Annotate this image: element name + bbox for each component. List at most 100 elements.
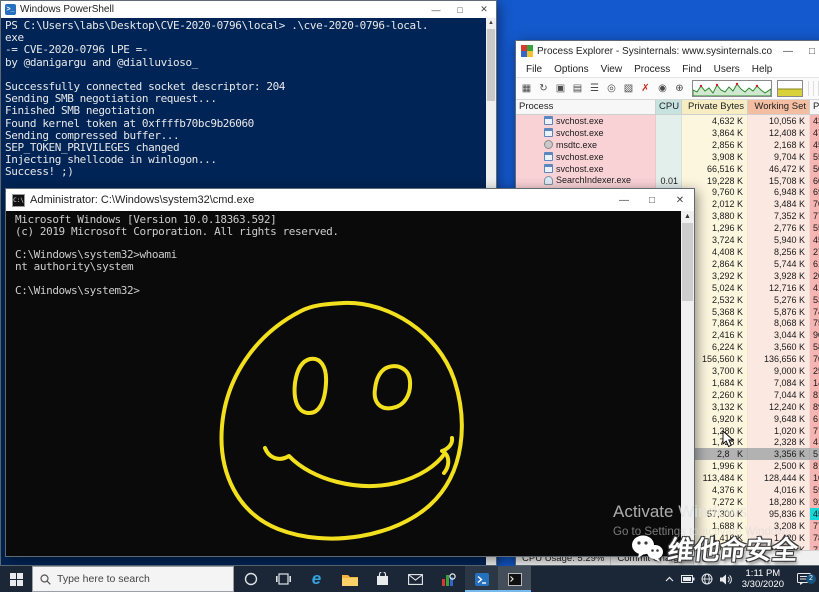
menu-item-help[interactable]: Help: [746, 64, 779, 75]
menu-item-options[interactable]: Options: [548, 64, 594, 75]
process-private-bytes-cell: 19,228 K: [682, 175, 748, 187]
maximize-button[interactable]: □: [800, 41, 819, 61]
process-name-cell: svchost.exe: [516, 163, 656, 175]
commit-graph[interactable]: [777, 80, 803, 97]
process-row[interactable]: svchost.exe3,864 K12,408 K47: [516, 127, 819, 139]
cmd-scrollbar[interactable]: ▲: [681, 211, 694, 556]
find-window-icon[interactable]: ⊕: [672, 81, 687, 96]
column-header-private-bytes[interactable]: Private Bytes: [682, 100, 748, 114]
minimize-button[interactable]: —: [776, 41, 800, 61]
process-working-set-cell: 12,240 K: [748, 401, 810, 413]
process-row[interactable]: SearchIndexer.exe0.0119,228 K15,708 K60: [516, 175, 819, 187]
process-row[interactable]: svchost.exe4,632 K10,056 K43: [516, 115, 819, 127]
maximize-button[interactable]: □: [638, 189, 666, 211]
process-private-bytes-cell: 3,864 K: [682, 127, 748, 139]
column-header-process[interactable]: Process: [516, 100, 656, 114]
close-button[interactable]: ✕: [472, 1, 496, 18]
process-working-set-cell: 2,168 K: [748, 139, 810, 151]
svchost-process-icon: [544, 128, 553, 137]
process-working-set-cell: 5,744 K: [748, 258, 810, 270]
process-working-set-cell: 7,084 K: [748, 377, 810, 389]
menu-item-view[interactable]: View: [595, 64, 629, 75]
task-view-icon: [276, 573, 291, 585]
powershell-output-line: Found kernel token at 0xffffb70bc9b26060: [5, 118, 486, 130]
process-pid-cell: 92: [810, 496, 819, 508]
scroll-up-icon[interactable]: ▲: [681, 211, 694, 223]
network-tray-button[interactable]: [699, 573, 716, 585]
cmd-titlebar[interactable]: C:\ Administrator: C:\Windows\system32\c…: [6, 189, 694, 211]
show-details-icon[interactable]: ▤: [570, 81, 585, 96]
start-button[interactable]: [0, 566, 32, 592]
powershell-taskbar-button[interactable]: [465, 566, 498, 592]
process-pid-cell: 14: [810, 377, 819, 389]
process-explorer-titlebar[interactable]: Process Explorer - Sysinternals: www.sys…: [516, 41, 819, 61]
scroll-up-icon[interactable]: ▲: [486, 18, 496, 28]
menu-item-process[interactable]: Process: [628, 64, 676, 75]
powershell-output-line: -= CVE-2020-0796 LPE =-: [5, 44, 486, 56]
process-pid-cell: 43: [810, 115, 819, 127]
save-icon[interactable]: ▦: [519, 81, 534, 96]
process-pid-cell: 45: [810, 508, 819, 520]
process-pid-cell: 60: [810, 175, 819, 187]
process-pid-cell: 53: [810, 294, 819, 306]
power-tray-button[interactable]: [680, 575, 697, 583]
search-input[interactable]: Type here to search: [32, 566, 234, 592]
column-header-working-set[interactable]: Working Set: [748, 100, 810, 114]
notification-center-button[interactable]: 2: [791, 573, 817, 585]
close-button[interactable]: ✕: [666, 189, 694, 211]
process-working-set-cell: 2,328 K: [748, 436, 810, 448]
process-pid-cell: 50: [810, 163, 819, 175]
process-pid-cell: 75: [810, 317, 819, 329]
find-icon[interactable]: ◉: [655, 81, 670, 96]
process-working-set-cell: 7,044 K: [748, 389, 810, 401]
process-explorer-taskbar-button[interactable]: [432, 566, 465, 592]
cmd-console[interactable]: Microsoft Windows [Version 10.0.18363.59…: [6, 211, 681, 556]
show-dlls-icon[interactable]: ◎: [604, 81, 619, 96]
refresh-icon[interactable]: ↻: [536, 81, 551, 96]
scrollbar-thumb[interactable]: [487, 29, 495, 101]
process-row[interactable]: svchost.exe66,516 K46,472 K50: [516, 163, 819, 175]
process-pid-cell: 45: [810, 139, 819, 151]
powershell-icon: [475, 573, 489, 586]
store-button[interactable]: [366, 566, 399, 592]
file-explorer-button[interactable]: [333, 566, 366, 592]
scrollbar-thumb[interactable]: [682, 223, 693, 301]
minimize-button[interactable]: —: [610, 189, 638, 211]
process-pid-cell: 47: [810, 127, 819, 139]
column-header-pid[interactable]: P: [810, 100, 819, 114]
process-pid-cell: 27: [810, 246, 819, 258]
process-pid-cell: 55: [810, 222, 819, 234]
powershell-titlebar[interactable]: >_ Windows PowerShell — □ ✕: [1, 1, 496, 18]
process-row[interactable]: msdtc.exe2,856 K2,168 K45: [516, 139, 819, 151]
mail-button[interactable]: [399, 566, 432, 592]
process-cpu-cell: [656, 115, 682, 127]
process-working-set-cell: 128,444 K: [748, 472, 810, 484]
maximize-button[interactable]: □: [448, 1, 472, 18]
menu-bar: FileOptionsViewProcessFindUsersHelp: [516, 61, 819, 78]
volume-tray-button[interactable]: [718, 574, 735, 585]
show-tree-icon[interactable]: ☰: [587, 81, 602, 96]
column-header-cpu[interactable]: CPU: [656, 100, 682, 114]
task-view-button[interactable]: [267, 566, 300, 592]
process-working-set-cell: 5,276 K: [748, 294, 810, 306]
toolbar: ▦↻▣▤☰◎▧✗◉⊕: [516, 78, 819, 100]
cortana-button[interactable]: [234, 566, 267, 592]
tray-expand-button[interactable]: [661, 576, 678, 582]
properties-icon[interactable]: ▧: [621, 81, 636, 96]
system-info-icon[interactable]: ▣: [553, 81, 568, 96]
menu-item-file[interactable]: File: [520, 64, 548, 75]
process-working-set-cell: 1,420 K: [748, 532, 810, 544]
minimize-button[interactable]: —: [424, 1, 448, 18]
chevron-up-icon: [665, 576, 674, 582]
cpu-graph[interactable]: [692, 80, 772, 97]
process-pid-cell: 55: [810, 151, 819, 163]
menu-item-users[interactable]: Users: [708, 64, 746, 75]
process-row[interactable]: svchost.exe3,908 K9,704 K55: [516, 151, 819, 163]
taskbar-clock[interactable]: 1:11 PM 3/30/2020: [737, 568, 789, 590]
kill-process-icon[interactable]: ✗: [638, 81, 653, 96]
menu-item-find[interactable]: Find: [676, 64, 707, 75]
process-working-set-cell: 15,708 K: [748, 175, 810, 187]
store-icon: [376, 572, 389, 586]
edge-button[interactable]: e: [300, 566, 333, 592]
cmd-taskbar-button[interactable]: [498, 566, 531, 592]
